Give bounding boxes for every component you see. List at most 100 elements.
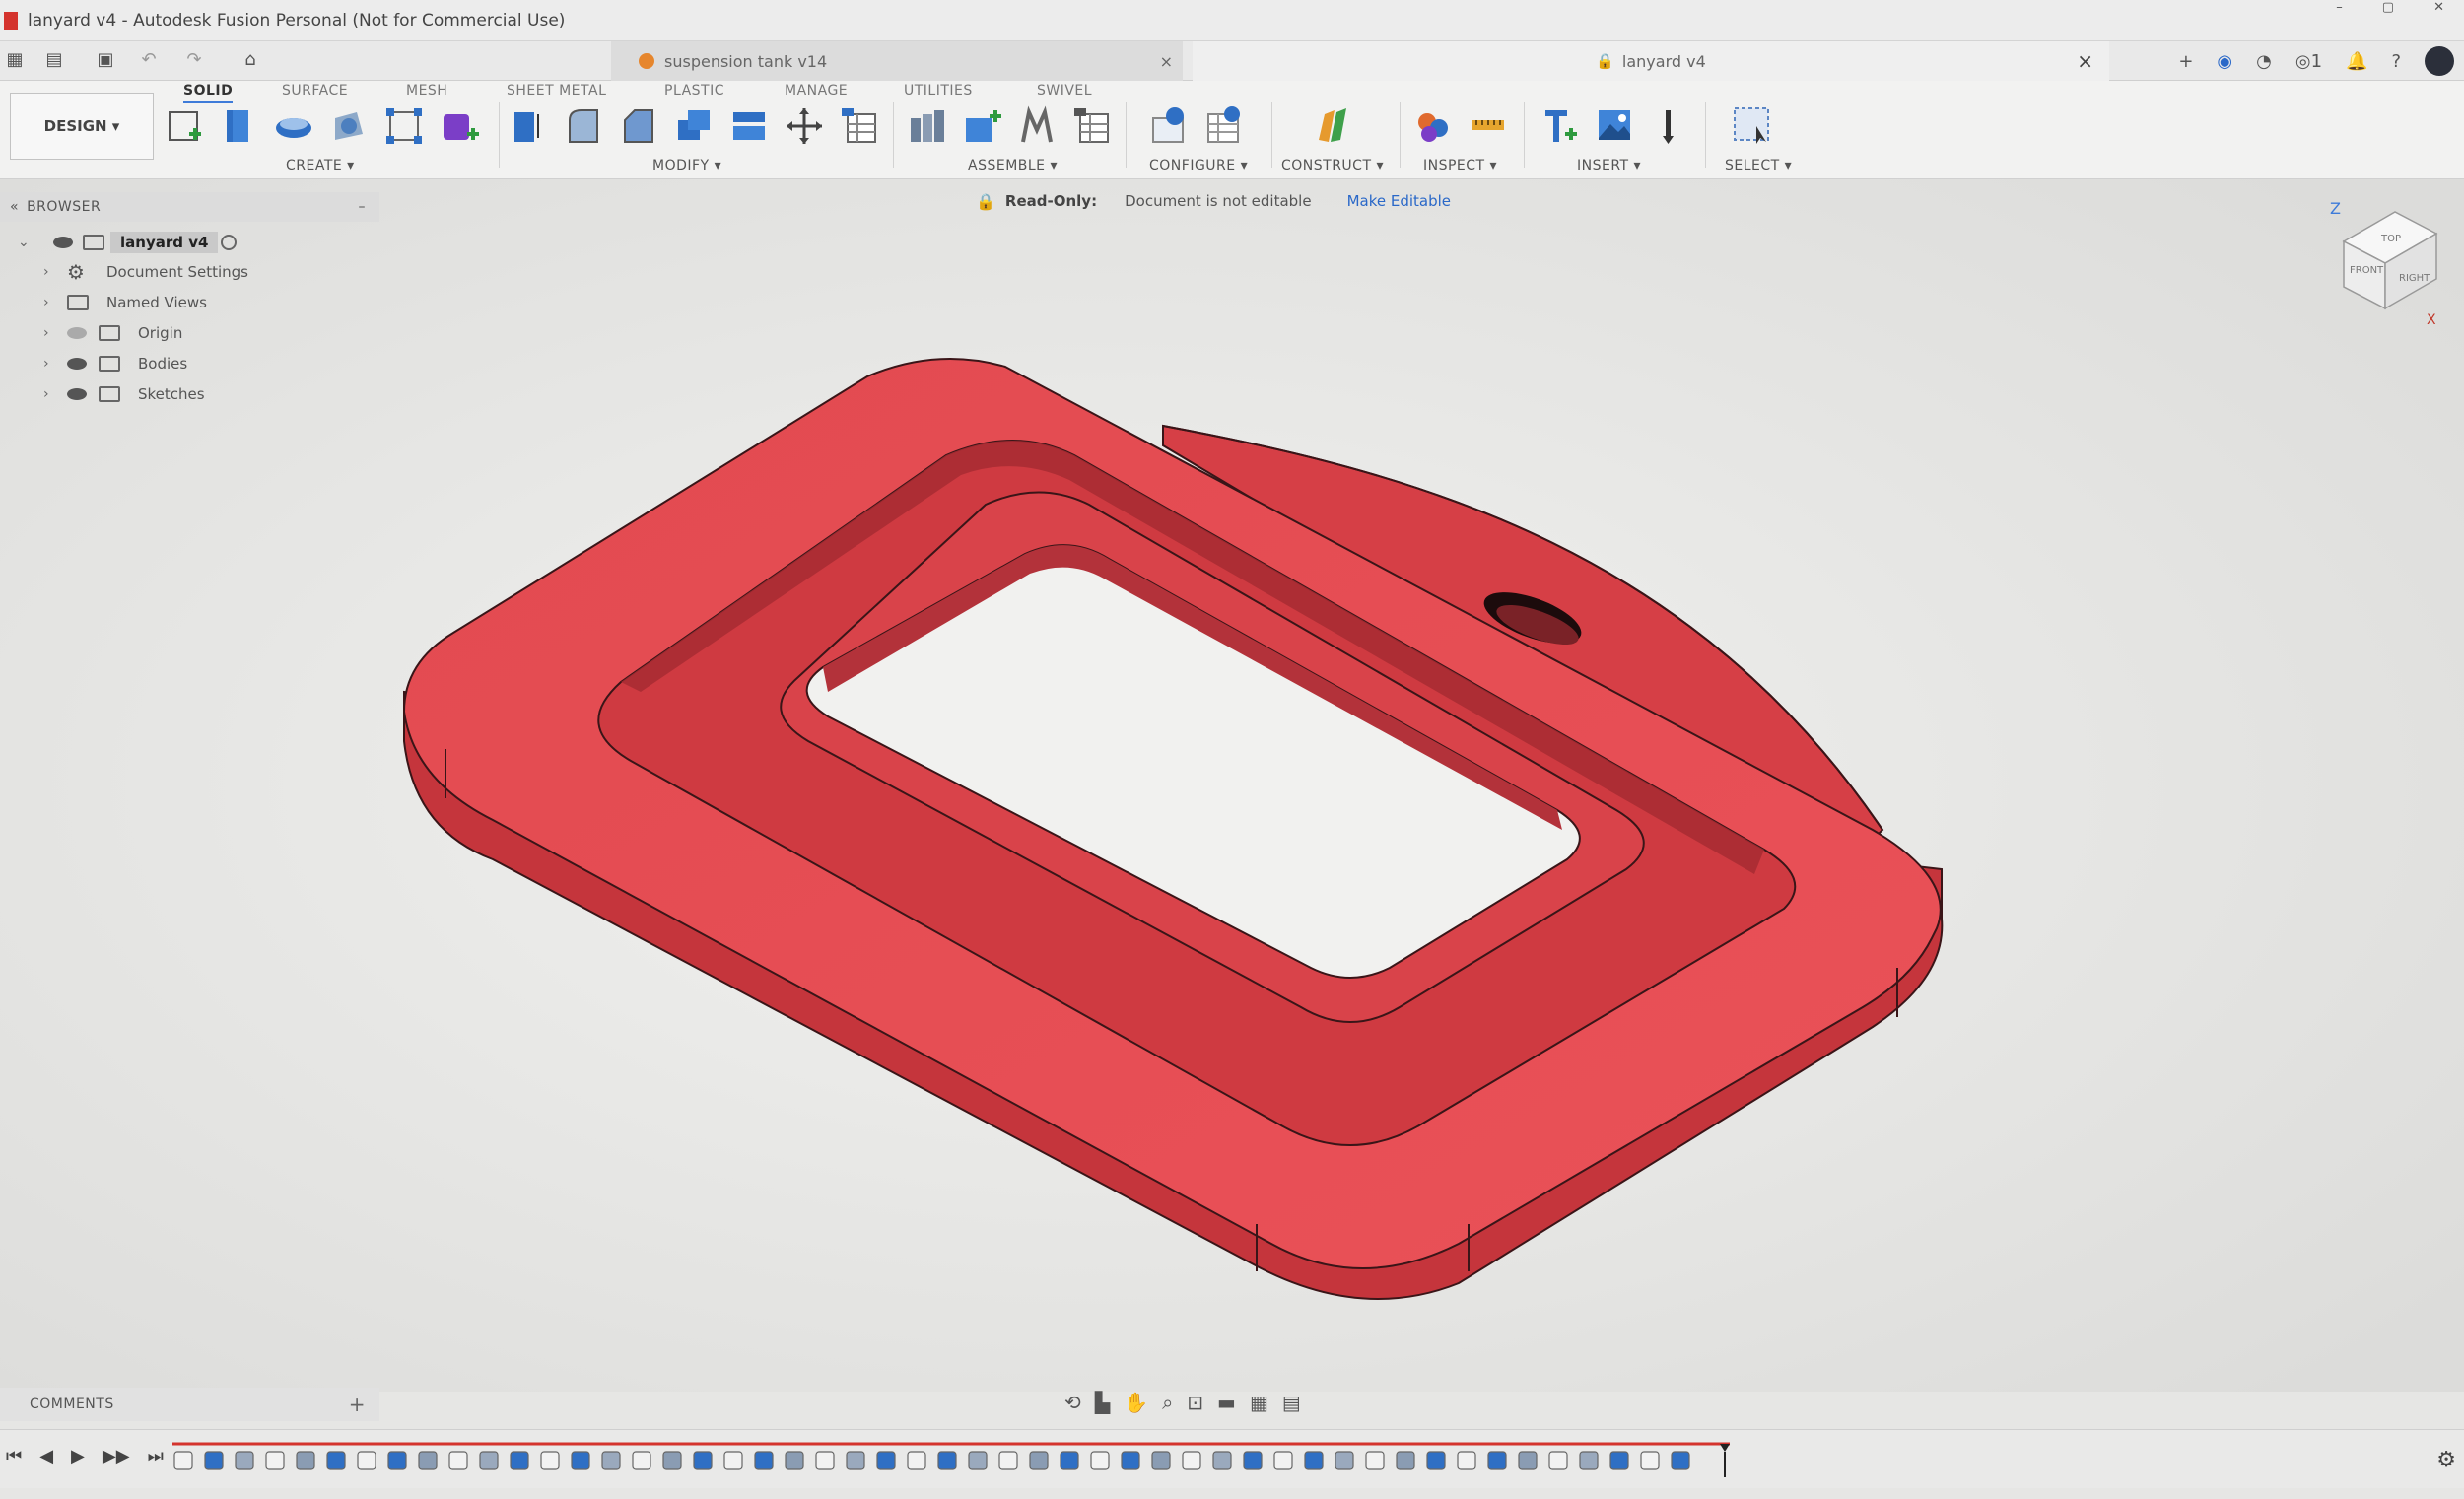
timeline-marker-icon[interactable] [1720,1444,1730,1477]
timeline-track[interactable] [172,1440,1730,1479]
joint-icon[interactable] [960,104,1003,148]
timeline-feature-icon[interactable] [693,1451,713,1470]
shell-icon[interactable] [672,104,716,148]
tree-item-document-settings[interactable]: › ⚙ Document Settings [0,257,379,287]
create-form-icon[interactable] [438,104,481,148]
app-grid-icon[interactable]: ▦ [4,49,26,71]
timeline-feature-icon[interactable] [265,1451,285,1470]
timeline-feature-icon[interactable] [1182,1451,1201,1470]
pattern-icon[interactable] [382,104,426,148]
timeline-feature-icon[interactable] [1273,1451,1293,1470]
timeline-feature-icon[interactable] [1457,1451,1476,1470]
timeline-feature-icon[interactable] [1671,1451,1690,1470]
timeline-feature-icon[interactable] [1121,1451,1140,1470]
collapse-arrows-icon[interactable]: « [10,199,19,215]
timeline-feature-icon[interactable] [448,1451,468,1470]
timeline-feature-icon[interactable] [632,1451,651,1470]
visibility-eye-icon[interactable] [53,237,73,248]
select-menu[interactable]: SELECT ▾ [1725,158,1792,173]
timeline-feature-icon[interactable] [1335,1451,1354,1470]
configure-design-icon[interactable] [1147,104,1191,148]
browser-header[interactable]: « BROWSER – [0,192,379,222]
construct-menu[interactable]: CONSTRUCT ▾ [1281,158,1384,173]
timeline-feature-icon[interactable] [968,1451,988,1470]
timeline-feature-icon[interactable] [876,1451,896,1470]
inspect-menu[interactable]: INSPECT ▾ [1423,158,1497,173]
home-icon[interactable]: ⌂ [240,49,261,71]
visibility-eye-icon[interactable] [67,358,87,370]
visibility-eye-icon[interactable] [67,388,87,400]
timeline-feature-icon[interactable] [326,1451,346,1470]
timeline-feature-icon[interactable] [723,1451,743,1470]
undo-icon[interactable]: ↶ [138,49,160,71]
tab-sheet-metal[interactable]: SHEET METAL [507,83,606,99]
parameters-icon[interactable] [838,104,881,148]
interference-icon[interactable] [1411,104,1455,148]
view-cube[interactable]: Z TOP FRONT RIGHT X [2316,192,2454,330]
job-status-icon[interactable]: ◎1 [2295,51,2322,72]
step-back-icon[interactable]: ◀ [39,1446,53,1466]
tree-item-sketches[interactable]: › Sketches [0,379,379,409]
insert-canvas-icon[interactable] [1593,104,1636,148]
chevron-down-icon[interactable]: ⌄ [18,235,30,250]
measure-icon[interactable] [1467,104,1510,148]
orbit-icon[interactable]: ⟲ [1064,1391,1081,1414]
configuration-table-icon[interactable] [1202,104,1246,148]
tab-manage[interactable]: MANAGE [785,83,848,99]
viewports-icon[interactable]: ▤ [1282,1391,1301,1414]
timeline-feature-icon[interactable] [235,1451,254,1470]
close-tab-icon[interactable]: × [1160,52,1173,71]
timeline-feature-icon[interactable] [479,1451,499,1470]
tab-mesh[interactable]: MESH [406,83,447,99]
file-menu-icon[interactable]: ▤ [43,49,65,71]
extensions-icon[interactable]: ◉ [2217,51,2232,72]
revolve-icon[interactable] [272,104,315,148]
sweep-icon[interactable] [327,104,371,148]
timeline-feature-icon[interactable] [204,1451,224,1470]
timeline-feature-icon[interactable] [1640,1451,1660,1470]
joint-origin-icon[interactable] [1070,104,1114,148]
timeline-feature-icon[interactable] [1518,1451,1538,1470]
add-comment-icon[interactable]: + [349,1393,366,1416]
pan-icon[interactable]: ✋ [1124,1391,1148,1414]
tree-root-lanyard[interactable]: ⌄ lanyard v4 [0,228,379,257]
timeline-feature-icon[interactable] [785,1451,804,1470]
timeline-feature-icon[interactable] [571,1451,590,1470]
fit-icon[interactable]: ⊡ [1187,1391,1203,1414]
zoom-icon[interactable]: ⌕ [1162,1391,1173,1414]
move-icon[interactable] [783,104,826,148]
fillet-icon[interactable] [562,104,605,148]
timeline-feature-icon[interactable] [1060,1451,1079,1470]
configure-menu[interactable]: CONFIGURE ▾ [1149,158,1248,173]
new-component-icon[interactable] [905,104,948,148]
tab-lanyard[interactable]: 🔒 lanyard v4 × [1193,41,2109,81]
step-forward-icon[interactable]: ▶▶ [103,1446,130,1466]
chevron-right-icon[interactable]: › [43,264,49,280]
as-built-joint-icon[interactable] [1015,104,1059,148]
select-icon[interactable] [1731,104,1774,148]
timeline-feature-icon[interactable] [1212,1451,1232,1470]
timeline-feature-icon[interactable] [296,1451,315,1470]
hidden-eye-icon[interactable] [67,327,87,339]
chevron-right-icon[interactable]: › [43,325,49,341]
timeline-feature-icon[interactable] [1426,1451,1446,1470]
chevron-right-icon[interactable]: › [43,386,49,402]
tab-swivel[interactable]: SWIVEL [1037,83,1092,99]
modify-menu[interactable]: MODIFY ▾ [652,158,721,173]
help-icon[interactable]: ? [2391,51,2401,72]
workspace-switcher-button[interactable]: DESIGN ▾ [10,93,154,160]
timeline-feature-icon[interactable] [1487,1451,1507,1470]
timeline-feature-icon[interactable] [1579,1451,1599,1470]
insert-menu[interactable]: INSERT ▾ [1577,158,1641,173]
online-status-icon[interactable]: ◔ [2256,51,2272,72]
activate-component-icon[interactable] [221,235,237,250]
timeline-feature-icon[interactable] [1151,1451,1171,1470]
create-menu[interactable]: CREATE ▾ [286,158,355,173]
notifications-icon[interactable]: 🔔 [2346,51,2367,72]
chevron-right-icon[interactable]: › [43,295,49,310]
insert-mcmaster-icon[interactable] [1646,104,1689,148]
grid-icon[interactable]: ▦ [1250,1391,1268,1414]
comments-panel[interactable]: COMMENTS + [0,1388,379,1421]
tab-suspension-tank[interactable]: suspension tank v14 × [611,41,1183,81]
timeline-feature-icon[interactable] [1396,1451,1415,1470]
